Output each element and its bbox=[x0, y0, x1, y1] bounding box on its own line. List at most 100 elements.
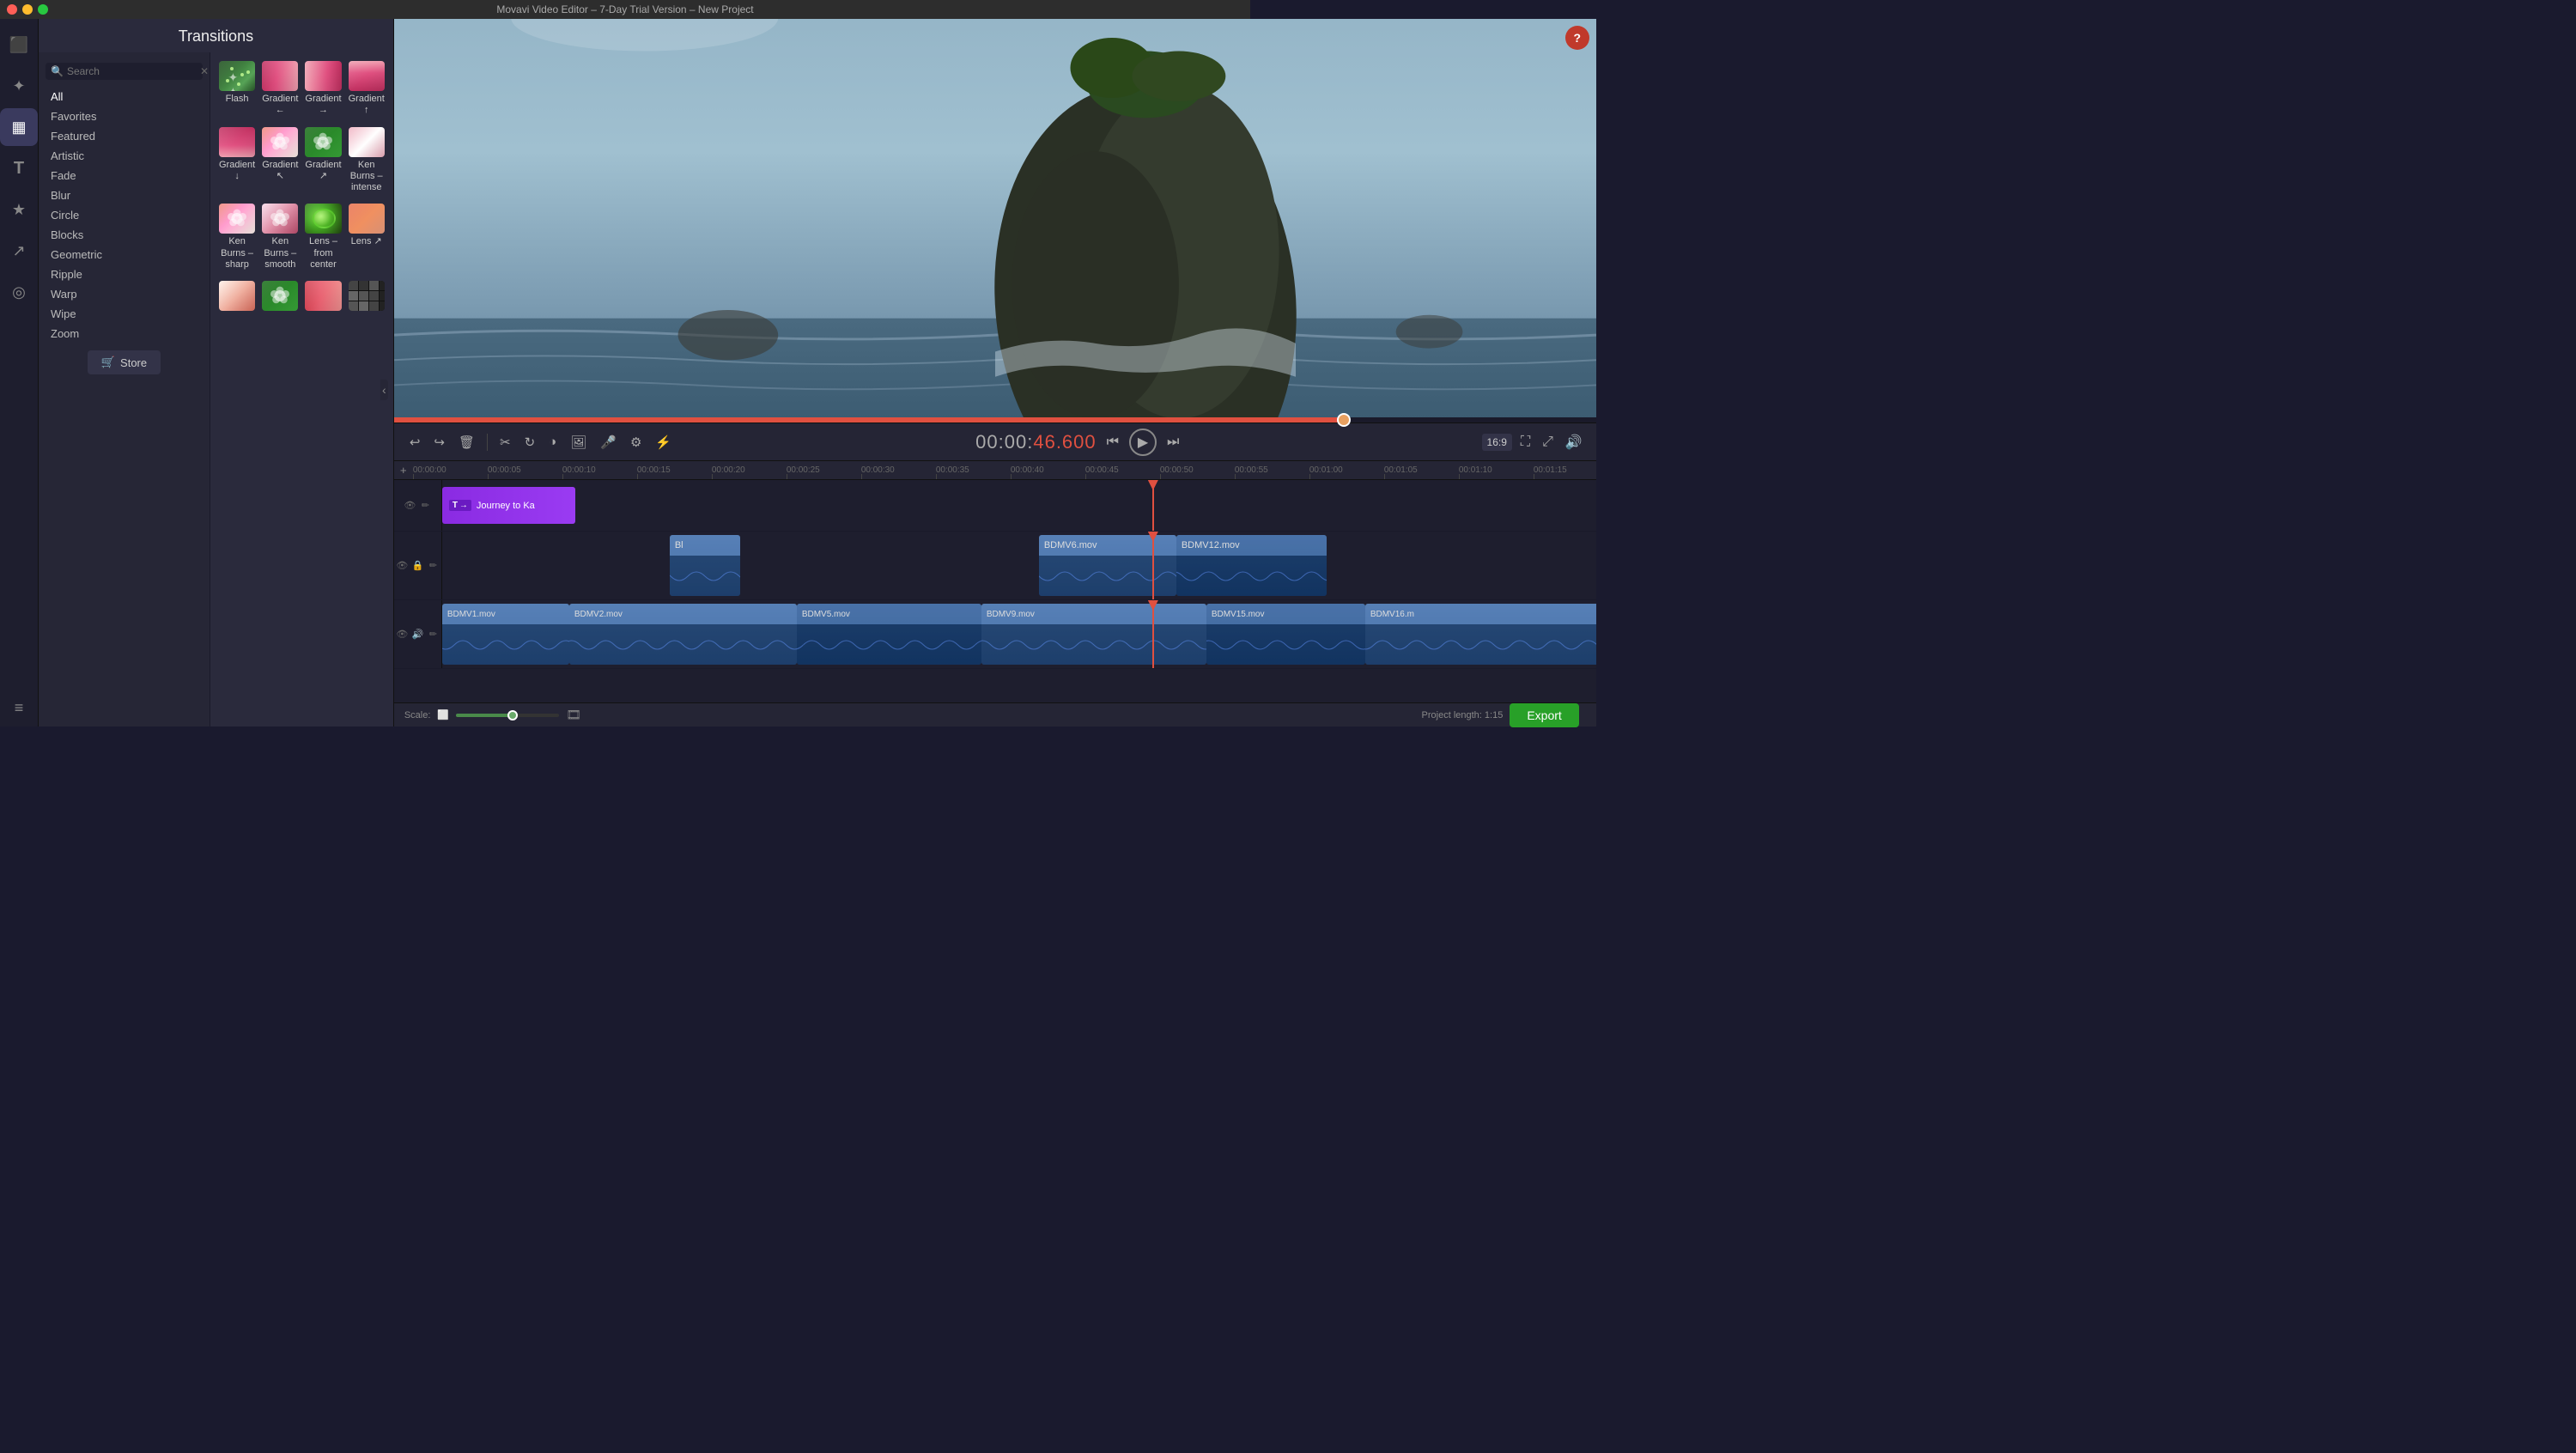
transition-flash[interactable]: Flash bbox=[217, 59, 257, 122]
text-icon-t: T bbox=[453, 501, 458, 510]
category-geometric[interactable]: Geometric bbox=[39, 245, 210, 264]
collapse-sidebar-btn[interactable]: ‹ bbox=[380, 380, 388, 400]
settings-button[interactable]: ⚙ bbox=[625, 431, 647, 453]
trash-icon: 🗑 bbox=[459, 435, 475, 450]
clip-bl[interactable]: Bl bbox=[670, 535, 740, 596]
toolbar-effects-btn[interactable]: ✦ bbox=[0, 67, 38, 105]
progress-bar[interactable] bbox=[394, 417, 1596, 423]
video-track-1-row: 👁 🔊 ✏ BDMV1.mov BDMV bbox=[394, 600, 1596, 669]
transition-partial1[interactable] bbox=[217, 279, 257, 319]
text-track-edit-btn[interactable]: ✏ bbox=[418, 499, 432, 513]
ratio-button[interactable]: 16:9 bbox=[1482, 434, 1512, 451]
clip-bdmv5[interactable]: BDMV5.mov bbox=[797, 604, 981, 665]
category-favorites[interactable]: Favorites bbox=[39, 106, 210, 126]
maximize-button[interactable] bbox=[38, 4, 48, 15]
clip-bdmv1[interactable]: BDMV1.mov bbox=[442, 604, 569, 665]
category-artistic[interactable]: Artistic bbox=[39, 146, 210, 166]
category-featured[interactable]: Featured bbox=[39, 126, 210, 146]
transition-gradient-left[interactable]: Gradient ← bbox=[260, 59, 300, 122]
project-length-value: 1:15 bbox=[1485, 710, 1503, 720]
image-button[interactable]: 🖼 bbox=[565, 431, 592, 453]
transition-partial4[interactable] bbox=[347, 279, 386, 319]
text-track-eye-btn[interactable]: 👁 bbox=[403, 499, 416, 513]
delete-button[interactable]: 🗑 bbox=[453, 431, 480, 453]
toolbar-text-btn[interactable]: T bbox=[0, 149, 38, 187]
v1-eye-btn[interactable]: 👁 bbox=[395, 628, 409, 641]
timecode-end: 46.600 bbox=[1033, 431, 1096, 453]
text-clip-journey[interactable]: T→ Journey to Ka bbox=[442, 487, 575, 524]
scale-slider[interactable] bbox=[456, 714, 559, 717]
cut-button[interactable]: ✂ bbox=[495, 431, 516, 453]
v2-eye-btn[interactable]: 👁 bbox=[395, 559, 409, 573]
transition-gradient-tr[interactable]: Gradient ↗ bbox=[303, 125, 343, 199]
window-controls[interactable] bbox=[7, 4, 48, 15]
rotate-button[interactable]: ↻ bbox=[519, 431, 541, 453]
ruler-tick-2: 00:00:10 bbox=[562, 461, 596, 479]
v2-lock-btn[interactable]: 🔒 bbox=[410, 559, 424, 573]
next-icon: ⏭ bbox=[1167, 435, 1179, 450]
scale-slider-fill bbox=[456, 714, 513, 717]
redo-button[interactable]: ↪ bbox=[428, 431, 450, 453]
store-button[interactable]: 🛒 Store bbox=[88, 350, 161, 374]
v1-vol-btn[interactable]: 🔊 bbox=[410, 628, 424, 641]
transition-gradient-right[interactable]: Gradient → bbox=[303, 59, 343, 122]
category-blur[interactable]: Blur bbox=[39, 185, 210, 205]
add-track-button[interactable]: + bbox=[394, 461, 413, 480]
toolbar-transitions2-btn[interactable]: ↗ bbox=[0, 232, 38, 270]
transition-gradient-up[interactable]: Gradient ↑ bbox=[347, 59, 386, 122]
minimize-button[interactable] bbox=[22, 4, 33, 15]
toolbar-list-btn[interactable]: ≡ bbox=[0, 689, 38, 726]
close-button[interactable] bbox=[7, 4, 17, 15]
fullscreen-button[interactable]: ⛶ bbox=[1517, 431, 1534, 453]
v1-edit-btn[interactable]: ✏ bbox=[426, 628, 440, 641]
clip-bdmv15[interactable]: BDMV15.mov bbox=[1206, 604, 1365, 665]
category-circle[interactable]: Circle bbox=[39, 205, 210, 225]
scale-slider-thumb[interactable] bbox=[507, 710, 518, 720]
category-warp[interactable]: Warp bbox=[39, 284, 210, 304]
help-button[interactable]: ? bbox=[1565, 26, 1589, 50]
transition-ken-smooth[interactable]: Ken Burns – smooth bbox=[260, 202, 300, 276]
v2-edit-btn[interactable]: ✏ bbox=[426, 559, 440, 573]
clip-bdmv9[interactable]: BDMV9.mov bbox=[981, 604, 1206, 665]
search-bar[interactable]: 🔍 ✕ bbox=[46, 63, 203, 80]
category-fade[interactable]: Fade bbox=[39, 166, 210, 185]
volume-button[interactable]: 🔊 bbox=[1562, 430, 1586, 454]
project-length-label: Project length: 1:15 bbox=[1422, 710, 1504, 720]
transition-ken-intense[interactable]: Ken Burns – intense bbox=[347, 125, 386, 199]
toolbar-stickers-btn[interactable]: ★ bbox=[0, 191, 38, 228]
search-input[interactable] bbox=[67, 65, 200, 77]
category-ripple[interactable]: Ripple bbox=[39, 264, 210, 284]
clip-bdmv6[interactable]: BDMV6.mov bbox=[1039, 535, 1176, 596]
clip-bdmv16[interactable]: BDMV16.m bbox=[1365, 604, 1596, 665]
category-zoom[interactable]: Zoom bbox=[39, 324, 210, 343]
prev-frame-button[interactable]: ⏮ bbox=[1103, 431, 1122, 453]
transition-lens-center[interactable]: Lens – from center bbox=[303, 202, 343, 276]
audio-button[interactable]: 🎤 bbox=[595, 431, 622, 453]
transition-ken-sharp[interactable]: Ken Burns – sharp bbox=[217, 202, 257, 276]
adjust-button[interactable]: ⚡ bbox=[650, 431, 677, 453]
clip-bdmv9-waveform bbox=[981, 624, 1206, 665]
toolbar-media-btn[interactable]: ⬛ bbox=[0, 26, 38, 64]
transition-gradient-tl[interactable]: Gradient ↖ bbox=[260, 125, 300, 199]
search-clear-icon[interactable]: ✕ bbox=[200, 65, 209, 77]
clip-bdmv12[interactable]: BDMV12.mov bbox=[1176, 535, 1327, 596]
color-button[interactable]: ◑ bbox=[544, 431, 562, 453]
play-button[interactable]: ▶ bbox=[1129, 429, 1157, 456]
expand-button[interactable]: ⤢ bbox=[1539, 431, 1557, 453]
transition-partial3[interactable] bbox=[303, 279, 343, 319]
ruler-tick-3: 00:00:15 bbox=[637, 461, 671, 479]
toolbar-filter-btn[interactable]: ◎ bbox=[0, 273, 38, 311]
category-wipe[interactable]: Wipe bbox=[39, 304, 210, 324]
transition-partial2[interactable] bbox=[260, 279, 300, 319]
progress-bar-thumb[interactable] bbox=[1337, 413, 1351, 427]
toolbar-transitions-btn[interactable]: ▦ bbox=[0, 108, 38, 146]
clip-bdmv6-label: BDMV6.mov bbox=[1039, 535, 1176, 556]
category-blocks[interactable]: Blocks bbox=[39, 225, 210, 245]
transition-lens-diag[interactable]: Lens ↗ bbox=[347, 202, 386, 276]
next-frame-button[interactable]: ⏭ bbox=[1163, 431, 1182, 453]
category-all[interactable]: All bbox=[39, 87, 210, 106]
clip-bdmv2[interactable]: BDMV2.mov bbox=[569, 604, 797, 665]
export-button[interactable]: Export bbox=[1510, 703, 1578, 727]
transition-gradient-down[interactable]: Gradient ↓ bbox=[217, 125, 257, 199]
undo-button[interactable]: ↩ bbox=[404, 431, 426, 453]
